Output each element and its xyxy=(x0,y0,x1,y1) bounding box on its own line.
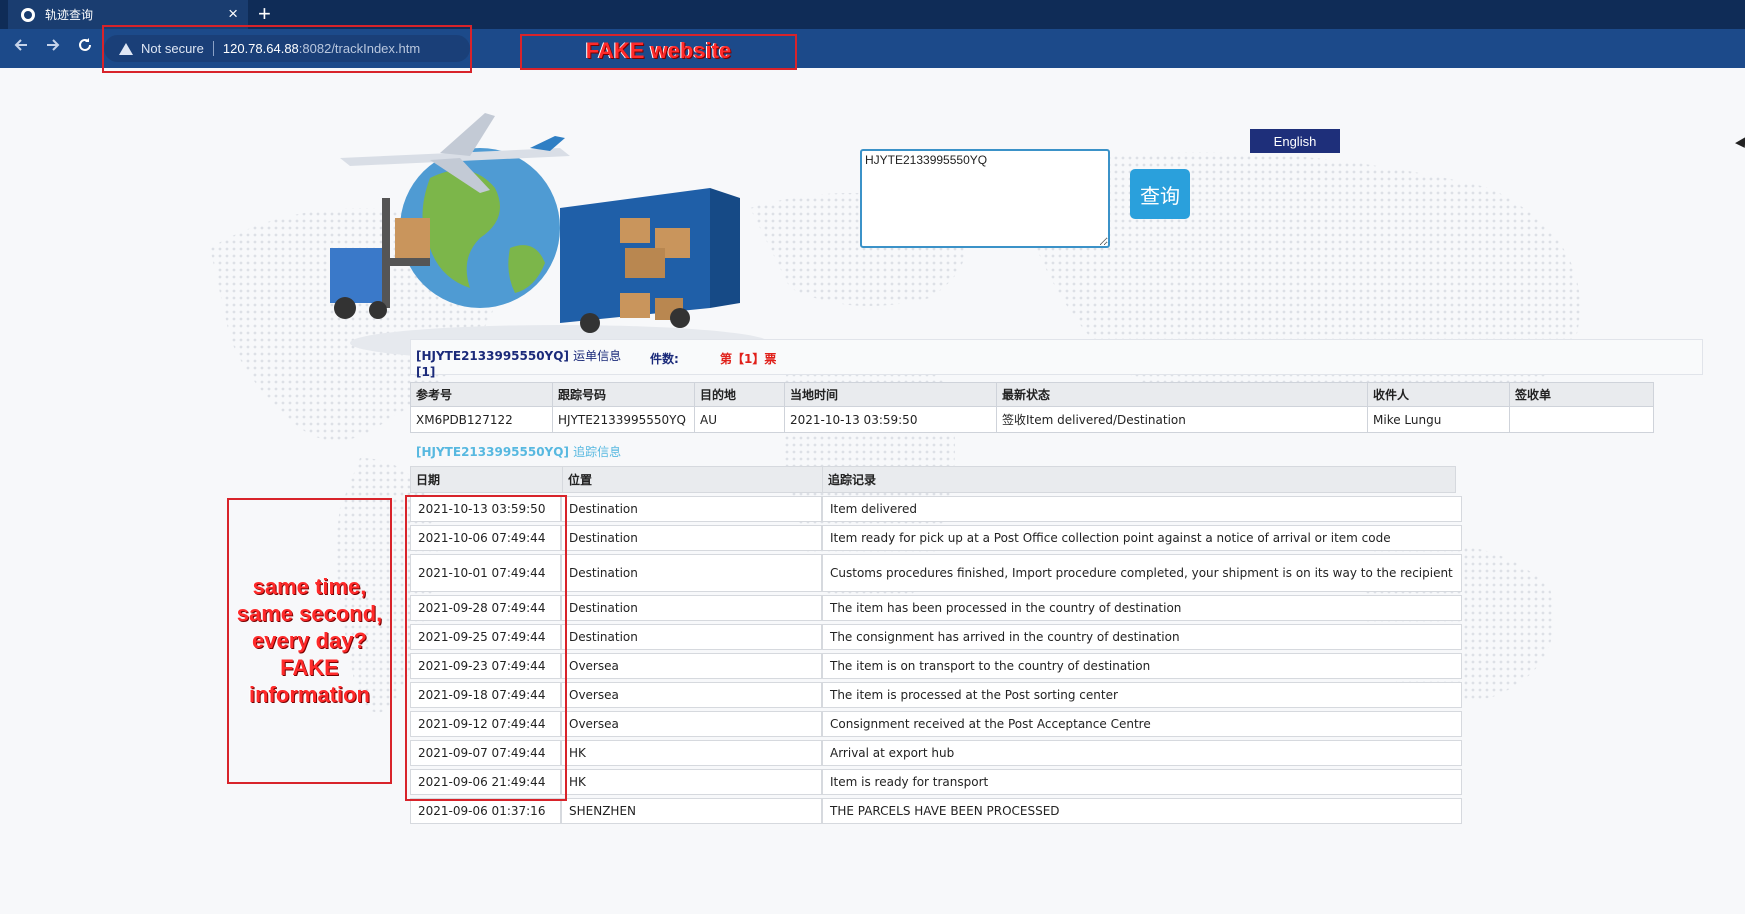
summary-cell xyxy=(1509,406,1654,433)
trace-row: 2021-09-06 01:37:16 SHENZHEN THE PARCELS H… xyxy=(410,798,1462,824)
trace-record: THE PARCELS HAVE BEEN PROCESSED xyxy=(822,798,1462,824)
trace-record: Item ready for pick up at a Post Office … xyxy=(822,525,1462,551)
trace-row: 2021-09-23 07:49:44 Oversea The item is on… xyxy=(410,653,1462,679)
summary-cell: AU xyxy=(694,406,785,433)
back-icon[interactable] xyxy=(9,36,33,60)
trace-row: 2021-10-13 03:59:50 Destination Item deliv… xyxy=(410,496,1462,522)
english-button[interactable]: English xyxy=(1250,129,1340,153)
annotation-line: same second, xyxy=(236,601,383,626)
trace-record: Customs procedures finished, Import proc… xyxy=(822,554,1462,592)
tracking-number-input[interactable] xyxy=(860,149,1110,248)
trace-record: The item has been processed in the count… xyxy=(822,595,1462,621)
summary-cell: HJYTE2133995550YQ xyxy=(552,406,695,433)
query-button[interactable]: 查询 xyxy=(1130,169,1190,219)
trace-record: The item is processed at the Post sortin… xyxy=(822,682,1462,708)
tracking-page: 查询 English [HJYTE2133995550YQ] 运单信息 [1] … xyxy=(0,68,1745,914)
trace-location: HK xyxy=(561,769,822,795)
trace-number: [HJYTE2133995550YQ] xyxy=(416,445,569,459)
trace-row: 2021-09-28 07:49:44 Destination The item h… xyxy=(410,595,1462,621)
trace-header-location: 位置 xyxy=(562,466,823,493)
summary-cell: 2021-10-13 03:59:50 xyxy=(784,406,997,433)
summary-header: 签收单 xyxy=(1509,382,1654,407)
tab-title: 轨迹查询 xyxy=(45,8,94,22)
trace-record: The consignment has arrived in the count… xyxy=(822,624,1462,650)
date-column-annotation-box xyxy=(405,495,567,801)
annotation-line: every day? xyxy=(252,628,367,653)
summary-header-row: 参考号 跟踪号码 目的地 当地时间 最新状态 收件人 签收单 xyxy=(410,382,1654,407)
trace-heading: [HJYTE2133995550YQ] 追踪信息 xyxy=(416,443,621,460)
trace-row: 2021-09-18 07:49:44 Oversea The item is pr… xyxy=(410,682,1462,708)
summary-cell: XM6PDB127122 xyxy=(410,406,553,433)
trace-header-date: 日期 xyxy=(410,466,563,493)
trace-record: Consignment received at the Post Accepta… xyxy=(822,711,1462,737)
trace-location: Destination xyxy=(561,525,822,551)
trace-record: Item delivered xyxy=(822,496,1462,522)
summary-row: XM6PDB127122 HJYTE2133995550YQ AU 2021-1… xyxy=(410,406,1654,433)
new-tab-icon[interactable]: + xyxy=(258,1,271,27)
trace-date: 2021-09-06 01:37:16 xyxy=(410,798,561,824)
trace-record: Item is ready for transport xyxy=(822,769,1462,795)
fake-info-annotation: same time, same second, every day? FAKE … xyxy=(227,573,392,708)
globe-icon xyxy=(21,7,35,22)
trace-info-label: 追踪信息 xyxy=(573,445,622,459)
summary-cell: Mike Lungu xyxy=(1367,406,1510,433)
summary-header: 收件人 xyxy=(1367,382,1510,407)
trace-row: 2021-09-12 07:49:44 Oversea Consignment re… xyxy=(410,711,1462,737)
annotation-line: information xyxy=(249,682,370,707)
waybill-heading: [HJYTE2133995550YQ] 运单信息 xyxy=(416,350,621,363)
trace-location: Oversea xyxy=(561,653,822,679)
waybill-summary-table: 参考号 跟踪号码 目的地 当地时间 最新状态 收件人 签收单 XM6PDB127… xyxy=(410,382,1654,433)
trace-header-table: 日期 位置 追踪记录 xyxy=(410,466,1456,493)
trace-location: Destination xyxy=(561,554,822,592)
waybill-count-value: [1] xyxy=(416,365,436,379)
trace-row: 2021-10-06 07:49:44 Destination Item ready… xyxy=(410,525,1462,551)
waybill-page-label: 第【1】票 xyxy=(720,352,777,366)
trace-record: Arrival at export hub xyxy=(822,740,1462,766)
waybill-number: [HJYTE2133995550YQ] xyxy=(416,349,569,363)
trace-row: 2021-09-06 21:49:44 HK Item is ready for t… xyxy=(410,769,1462,795)
close-tab-icon[interactable]: × xyxy=(228,5,238,22)
trace-location: Oversea xyxy=(561,682,822,708)
waybill-info-label: 运单信息 xyxy=(573,349,622,363)
url-annotation-box xyxy=(102,25,472,73)
trace-row: 2021-09-07 07:49:44 HK Arrival at export h… xyxy=(410,740,1462,766)
summary-header: 跟踪号码 xyxy=(552,382,695,407)
forward-icon[interactable] xyxy=(41,36,65,60)
summary-header: 参考号 xyxy=(410,382,553,407)
waybill-count-label: 件数: xyxy=(650,352,679,366)
summary-header: 目的地 xyxy=(694,382,785,407)
trace-header-record: 追踪记录 xyxy=(822,466,1456,493)
trace-header-row: 日期 位置 追踪记录 xyxy=(410,466,1456,493)
trace-location: SHENZHEN xyxy=(561,798,822,824)
trace-location: Destination xyxy=(561,496,822,522)
trace-location: HK xyxy=(561,740,822,766)
summary-cell: 签收Item delivered/Destination xyxy=(996,406,1368,433)
annotation-line: FAKE xyxy=(280,655,339,680)
logistics-illustration xyxy=(330,113,770,361)
summary-header: 最新状态 xyxy=(996,382,1368,407)
annotation-line: same time, xyxy=(252,574,367,599)
trace-location: Destination xyxy=(561,595,822,621)
summary-header: 当地时间 xyxy=(784,382,997,407)
trace-row: 2021-09-25 07:49:44 Destination The consig… xyxy=(410,624,1462,650)
trace-location: Oversea xyxy=(561,711,822,737)
trace-location: Destination xyxy=(561,624,822,650)
reload-icon[interactable] xyxy=(73,36,97,60)
trace-row: 2021-10-01 07:49:44 Destination Customs pr… xyxy=(410,554,1462,592)
trace-record: The item is on transport to the country … xyxy=(822,653,1462,679)
fake-website-annotation: FAKE website xyxy=(585,38,732,63)
